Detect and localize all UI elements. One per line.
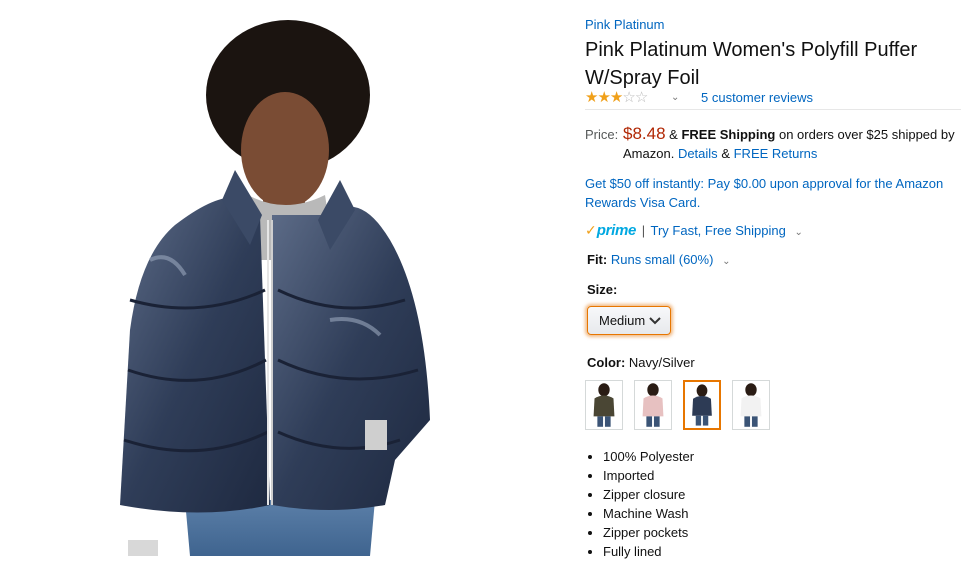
free-returns-link[interactable]: FREE Returns (734, 146, 818, 161)
details-link[interactable]: Details (678, 146, 718, 161)
free-shipping-text: FREE Shipping (681, 127, 776, 142)
try-prime-link[interactable]: Try Fast, Free Shipping (651, 223, 786, 238)
prime-logo: prime (596, 222, 637, 239)
customer-reviews-link[interactable]: 5 customer reviews (701, 90, 813, 106)
color-swatches (585, 380, 785, 432)
rating-row: ★★★☆☆ ⌄ 5 customer reviews (585, 90, 961, 110)
prime-separator: | (641, 223, 646, 238)
color-label: Color: (587, 355, 626, 370)
star-rating[interactable]: ★★★☆☆ (585, 89, 648, 106)
fit-value-link[interactable]: Runs small (60%) (611, 252, 714, 267)
fit-label: Fit: (587, 252, 608, 267)
chevron-down-icon[interactable]: ⌄ (671, 90, 679, 106)
product-details-panel: Pink Platinum Pink Platinum Women's Poly… (585, 0, 961, 559)
shipping-note-amazon: Amazon. (623, 146, 675, 161)
color-swatch-white[interactable] (732, 380, 770, 430)
chevron-down-icon[interactable]: ⌄ (722, 256, 730, 267)
price-value: $8.48 (623, 124, 666, 143)
product-main-image[interactable] (0, 0, 570, 556)
size-label: Size: (587, 282, 618, 297)
feature-bullet: Zipper closure (603, 485, 694, 504)
brand-link[interactable]: Pink Platinum (585, 17, 664, 32)
feature-bullet: Zipper pockets (603, 523, 694, 542)
product-title: Pink Platinum Women's Polyfill Puffer W/… (585, 39, 918, 89)
color-selected-value: Navy/Silver (628, 355, 695, 370)
feature-bullet: Fully lined (603, 542, 694, 561)
amp-text: & (669, 127, 678, 142)
visa-promo-link[interactable]: Get $50 off instantly: Pay $0.00 upon ap… (585, 174, 961, 212)
color-row: Color: Navy/Silver (587, 355, 695, 371)
size-dropdown[interactable]: Medium (587, 306, 671, 335)
price-label: Price: (585, 127, 619, 142)
shipping-note: on orders over $25 shipped by (778, 127, 955, 142)
color-swatch-olive[interactable] (585, 380, 623, 430)
star-empty-icon: ☆ (622, 89, 635, 106)
chevron-down-icon[interactable]: ⌄ (794, 227, 802, 238)
size-selected-value: Medium (599, 313, 646, 328)
feature-bullet: 100% Polyester (603, 447, 694, 466)
star-filled-icon: ★ (585, 89, 598, 106)
product-photo (120, 20, 430, 556)
feature-bullet: Imported (603, 466, 694, 485)
feature-bullet: Machine Wash (603, 504, 694, 523)
star-filled-icon: ★ (609, 89, 623, 106)
star-filled-icon: ★ (597, 89, 610, 106)
prime-row: ✓prime | Try Fast, Free Shipping ⌄ (585, 221, 803, 242)
color-swatch-blush[interactable] (634, 380, 672, 430)
chevron-down-icon (649, 317, 661, 325)
star-empty-icon: ☆ (634, 89, 648, 106)
prime-check-icon: ✓ (585, 222, 597, 238)
feature-bullets: 100% PolyesterImportedZipper closureMach… (585, 447, 694, 561)
color-swatch-navy-silver[interactable] (683, 380, 721, 430)
amp-text-2: & (721, 146, 730, 161)
fit-row: Fit: Runs small (60%) ⌄ (587, 251, 730, 271)
